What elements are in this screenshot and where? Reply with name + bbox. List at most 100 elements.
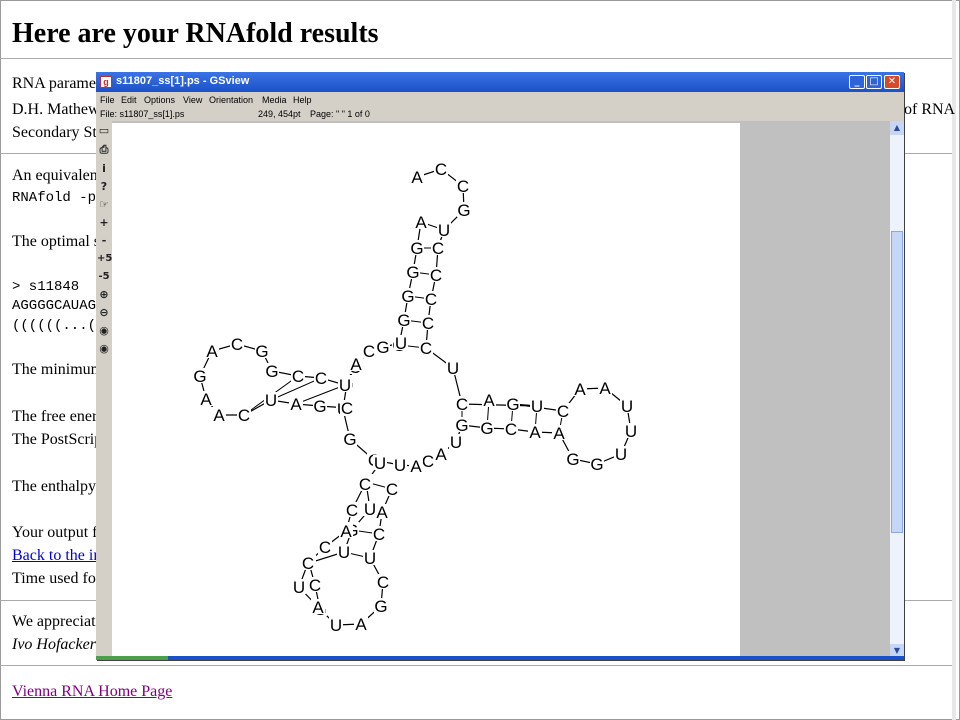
nucleotide-label: C [432, 239, 444, 258]
nucleotide-label: A [553, 424, 565, 443]
menu-media[interactable]: Media [262, 95, 287, 105]
nucleotide-label: C [319, 538, 331, 557]
nucleotide-label: G [376, 338, 389, 357]
nucleotide-label: G [343, 430, 356, 449]
zoom-out-icon[interactable]: ⊖ [97, 305, 111, 321]
skip-forward-icon[interactable]: +5 [97, 251, 112, 267]
structure-text: ((((((...( [12, 318, 97, 334]
close-button[interactable]: ✕ [884, 75, 900, 89]
nucleotide-label: A [340, 522, 352, 541]
menu-options[interactable]: Options [144, 95, 175, 105]
params-line-3: Secondary St [12, 124, 97, 141]
nucleotide-label: G [265, 362, 278, 381]
minimize-button[interactable]: _ [849, 75, 865, 89]
minimum-text: The minimum [12, 361, 104, 378]
nucleotide-label: A [599, 379, 611, 398]
command-text: RNAfold -p [12, 190, 97, 206]
nucleotide-label: C [238, 406, 250, 425]
next-page-icon[interactable]: + [97, 215, 111, 231]
zoom-in-icon[interactable]: ⊕ [97, 287, 111, 303]
page-title: Here are your RNAfold results [12, 18, 379, 49]
enthalpy-text: The enthalpy [12, 478, 96, 495]
nucleotide-label: G [457, 201, 470, 220]
nucleotide-label: A [290, 395, 302, 414]
nucleotide-label: U [394, 456, 406, 475]
nucleotide-label: G [480, 419, 493, 438]
menu-file[interactable]: File [100, 95, 115, 105]
nucleotide-label: G [566, 450, 579, 469]
nucleotide-label: G [313, 397, 326, 416]
print-icon[interactable]: ⎙ [97, 142, 111, 158]
status-bar: File: s11807_ss[1].ps 249, 454pt Page: "… [96, 108, 904, 121]
taskbar-edge [96, 656, 168, 660]
info-icon[interactable]: i [97, 161, 111, 177]
nucleotide-label: A [529, 423, 541, 442]
nucleotide-label: A [200, 390, 212, 409]
scroll-thumb[interactable] [891, 231, 903, 533]
open-file-icon[interactable]: ▭ [97, 123, 111, 139]
author-text: Ivo Hofacker [12, 636, 96, 653]
nucleotide-label: A [410, 457, 422, 476]
nucleotide-label: U [330, 616, 342, 635]
window-titlebar[interactable]: g s11807_ss[1].ps - GSview _ □ ✕ [96, 72, 904, 92]
nucleotide-label: A [312, 598, 324, 617]
nucleotide-label: U [339, 376, 351, 395]
side-toolbar: ▭ ⎙ i ? ☞ + - +5 -5 ⊕ ⊖ ◉ ◉ [96, 121, 112, 660]
document-viewport[interactable]: ACCGAUGCGCGCGCGCUACGUCAAUUUGGAACGGUACAUC… [112, 121, 892, 657]
maximize-button[interactable]: □ [866, 75, 882, 89]
window-bottom-border [96, 656, 904, 660]
nucleotide-label: C [302, 554, 314, 573]
nucleotide-label: C [422, 314, 434, 333]
output-text: Your output fi [12, 524, 102, 541]
scroll-up-arrow-icon[interactable]: ▲ [890, 121, 904, 135]
status-page: Page: " " 1 of 0 [310, 109, 370, 119]
nucleotide-label: U [338, 543, 350, 562]
vertical-scrollbar[interactable]: ▲ ▼ [890, 121, 904, 658]
nucleotide-label: A [350, 355, 362, 374]
nucleotide-label: C [425, 290, 437, 309]
nucleotide-label: U [395, 334, 407, 353]
nucleotide-label: C [292, 367, 304, 386]
menu-view[interactable]: View [183, 95, 202, 105]
nucleotide-label: A [355, 615, 367, 634]
nucleotide-label: C [457, 177, 469, 196]
nucleotide-label: G [397, 311, 410, 330]
nucleotide-label: U [621, 397, 633, 416]
magnify-icon[interactable]: ◉ [97, 341, 111, 357]
postscript-text: The PostScrip [12, 431, 103, 448]
divider [0, 58, 952, 59]
nucleotide-label: A [415, 213, 427, 232]
nucleotide-label: A [376, 503, 388, 522]
nucleotide-label: C [315, 369, 327, 388]
nucleotide-label: C [309, 576, 321, 595]
rna-structure-drawing: ACCGAUGCGCGCGCGCUACGUCAAUUUGGAACGGUACAUC… [193, 160, 638, 635]
nucleotide-label: C [359, 475, 371, 494]
nucleotide-label: A [206, 342, 218, 361]
nucleotide-label: U [531, 397, 543, 416]
equivalent-text: An equivalent [12, 167, 103, 184]
skip-back-icon[interactable]: -5 [97, 269, 111, 285]
postscript-page: ACCGAUGCGCGCGCGCUACGUCAAUUUGGAACGGUACAUC… [112, 123, 740, 657]
prev-page-icon[interactable]: - [97, 233, 111, 249]
menu-help[interactable]: Help [293, 95, 312, 105]
nucleotide-label: U [447, 359, 459, 378]
nucleotide-label: U [450, 433, 462, 452]
nucleotide-label: C [435, 160, 447, 179]
gsview-window: g s11807_ss[1].ps - GSview _ □ ✕ File Ed… [96, 72, 904, 660]
gsview-app-icon[interactable]: g [100, 76, 112, 88]
preview-icon[interactable]: ◉ [97, 323, 111, 339]
menu-orientation[interactable]: Orientation [209, 95, 253, 105]
divider [0, 665, 952, 666]
sequence-name: > s11848 [12, 279, 80, 295]
nucleotide-label: A [411, 168, 423, 187]
help-icon[interactable]: ? [97, 179, 111, 195]
nucleotide-label: G [193, 367, 206, 386]
nucleotide-label: C [341, 399, 353, 418]
back-link[interactable]: Back to the in [12, 547, 101, 565]
nucleotide-label: U [265, 391, 277, 410]
nucleotide-label: C [346, 501, 358, 520]
nucleotide-label: G [401, 287, 414, 306]
goto-page-icon[interactable]: ☞ [97, 197, 111, 213]
menu-edit[interactable]: Edit [121, 95, 137, 105]
vienna-home-link[interactable]: Vienna RNA Home Page [12, 683, 172, 701]
